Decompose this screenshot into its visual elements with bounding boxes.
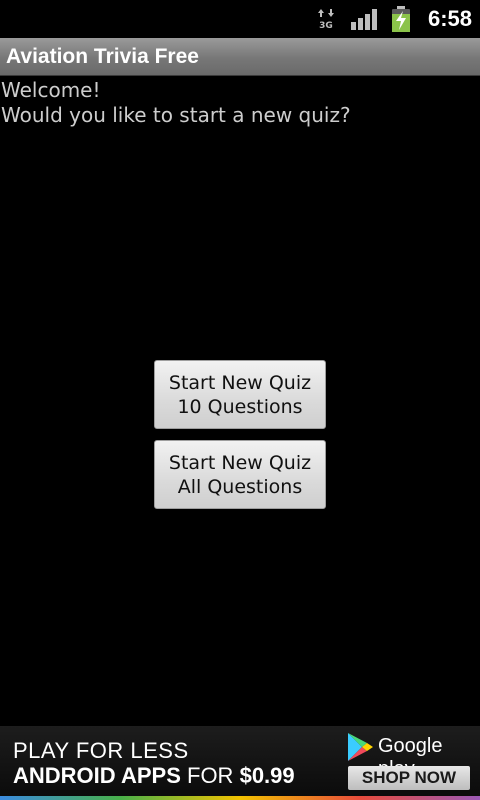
start-quiz-10-button[interactable]: Start New Quiz 10 Questions bbox=[154, 360, 326, 429]
network-3g-icon: 3G bbox=[316, 8, 336, 31]
ad-color-stripe bbox=[0, 796, 480, 800]
start-quiz-all-button[interactable]: Start New Quiz All Questions bbox=[154, 440, 326, 509]
ad-banner[interactable]: PLAY FOR LESS ANDROID APPS FOR $0.99 Goo… bbox=[0, 726, 480, 800]
button-label-line-1: Start New Quiz bbox=[168, 452, 312, 474]
button-label-line-2: All Questions bbox=[177, 476, 303, 498]
data-arrows-icon bbox=[318, 9, 334, 17]
signal-icon bbox=[351, 9, 377, 30]
welcome-message: Welcome! Would you like to start a new q… bbox=[1, 78, 351, 128]
app-title: Aviation Trivia Free bbox=[6, 45, 199, 68]
welcome-line-2: Would you like to start a new quiz? bbox=[1, 103, 351, 127]
ad-headline: PLAY FOR LESS bbox=[13, 738, 189, 763]
ad-subline: ANDROID APPS FOR $0.99 bbox=[13, 763, 295, 789]
network-label: 3G bbox=[319, 21, 333, 31]
google-play-icon bbox=[348, 733, 373, 761]
app-title-bar: Aviation Trivia Free bbox=[0, 38, 480, 76]
status-bar: 3G 6:58 bbox=[0, 0, 480, 38]
ad-subline-mid: FOR bbox=[187, 763, 234, 788]
ad-subline-bold: ANDROID APPS bbox=[13, 763, 181, 788]
battery-charging-icon bbox=[392, 6, 410, 32]
button-label-line-2: 10 Questions bbox=[177, 396, 303, 418]
ad-price: $0.99 bbox=[239, 763, 295, 788]
button-label-line-1: Start New Quiz bbox=[168, 372, 312, 394]
status-clock: 6:58 bbox=[428, 6, 473, 31]
shop-now-button[interactable]: SHOP NOW bbox=[348, 766, 470, 790]
welcome-line-1: Welcome! bbox=[1, 78, 101, 102]
